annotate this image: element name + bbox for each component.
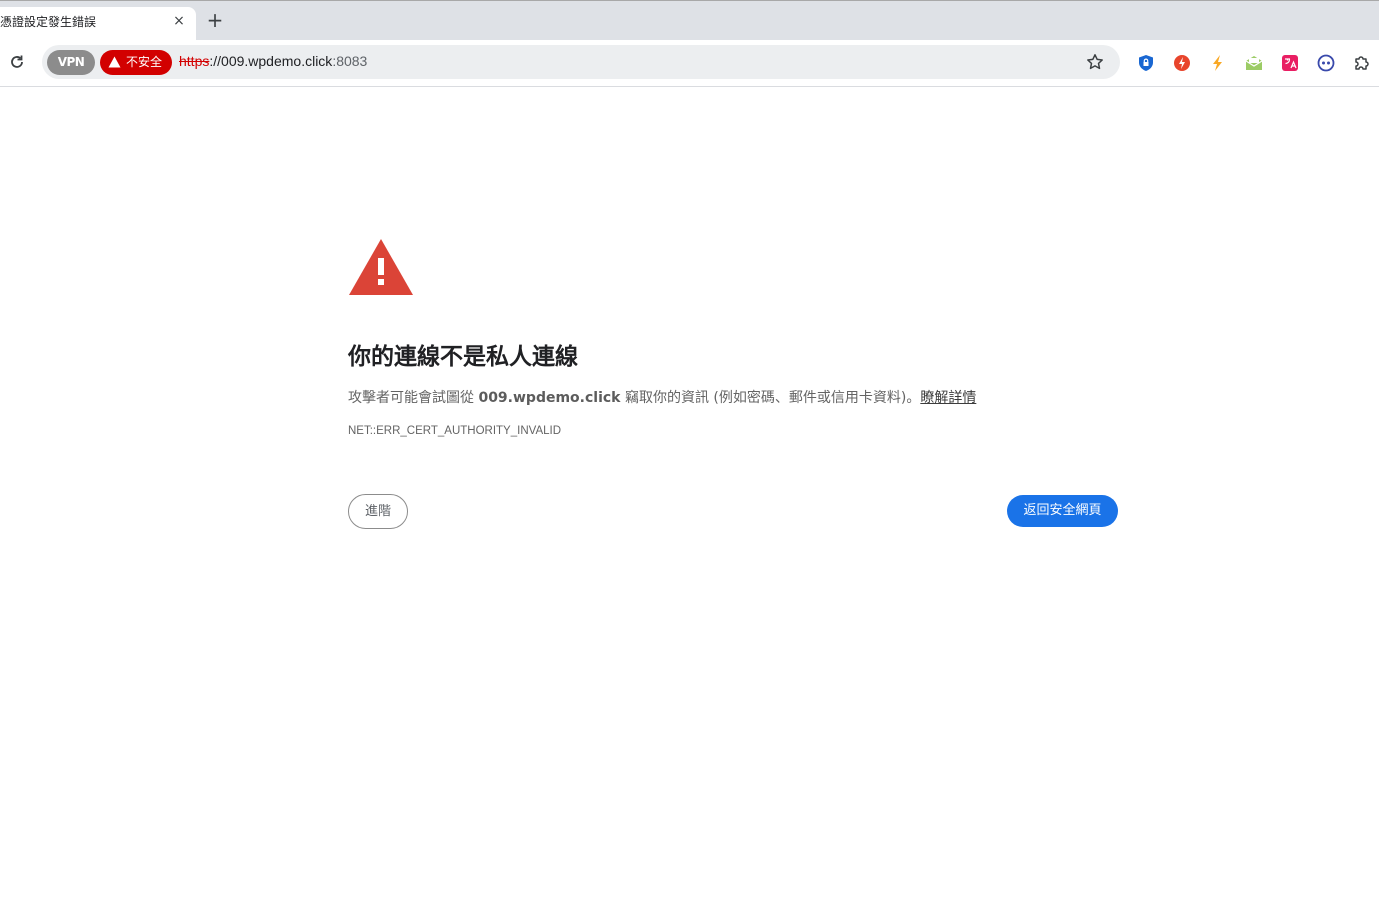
explanation-prefix: 攻擊者可能會試圖從 xyxy=(348,390,474,406)
warning-icon xyxy=(108,56,121,68)
page-heading: 你的連線不是私人連線 xyxy=(348,344,578,370)
not-secure-chip[interactable]: 不安全 xyxy=(100,50,172,75)
flash-circle-icon[interactable] xyxy=(1172,53,1192,73)
explanation-suffix: 竊取你的資訊 (例如密碼、郵件或信用卡資料)。 xyxy=(624,390,921,406)
explanation-text: 攻擊者可能會試圖從 009.wpdemo.click 竊取你的資訊 (例如密碼、… xyxy=(348,387,976,407)
vpn-button[interactable]: VPN xyxy=(47,50,95,75)
url-scheme: https xyxy=(179,53,210,69)
error-code: NET::ERR_CERT_AUTHORITY_INVALID xyxy=(348,425,562,437)
learn-more-link[interactable]: 瞭解詳情 xyxy=(920,390,976,406)
back-to-safety-button[interactable]: 返回安全網頁 xyxy=(1007,495,1118,527)
tab-title: 憑證設定發生錯誤 xyxy=(0,15,97,29)
tab-strip: 憑證設定發生錯誤 × + xyxy=(0,0,1379,41)
url-host: 009.wpdemo.click xyxy=(221,53,333,69)
url-separator: :// xyxy=(209,53,222,69)
advanced-button[interactable]: 進階 xyxy=(348,494,408,529)
url-port: :8083 xyxy=(332,53,368,69)
shield-lock-icon[interactable] xyxy=(1136,53,1156,73)
robot-face-icon[interactable] xyxy=(1316,53,1336,73)
puzzle-icon[interactable] xyxy=(1352,53,1372,73)
explanation-host: 009.wpdemo.click xyxy=(478,390,621,406)
new-tab-button[interactable]: + xyxy=(205,9,225,31)
bookmark-star-icon[interactable] xyxy=(1086,53,1104,71)
close-tab-button[interactable]: × xyxy=(170,12,188,30)
address-bar[interactable]: VPN 不安全 https://009.wpdemo.click:8083 xyxy=(42,45,1120,79)
active-tab[interactable]: 憑證設定發生錯誤 × xyxy=(0,7,196,41)
translate-icon[interactable] xyxy=(1280,53,1300,73)
url-text[interactable]: https://009.wpdemo.click:8083 xyxy=(179,53,367,69)
not-secure-label: 不安全 xyxy=(126,55,163,69)
lightning-icon[interactable] xyxy=(1208,53,1228,73)
reload-icon[interactable] xyxy=(8,53,26,71)
warning-triangle-icon xyxy=(348,238,414,296)
mail-open-icon[interactable] xyxy=(1244,53,1264,73)
browser-toolbar: VPN 不安全 https://009.wpdemo.click:8083 xyxy=(0,40,1379,87)
